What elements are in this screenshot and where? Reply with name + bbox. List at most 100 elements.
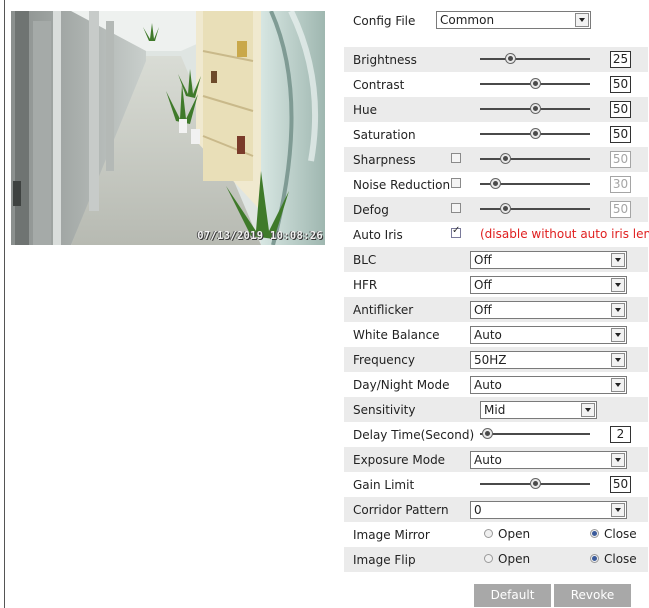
exposure-mode-value: Auto (474, 453, 502, 467)
corridor-image (11, 11, 325, 245)
hfr-select[interactable]: Off (470, 276, 627, 294)
delay-time-slider-track[interactable] (480, 433, 590, 435)
config-file-select[interactable]: Common (436, 11, 591, 29)
blc-select[interactable]: Off (470, 251, 627, 269)
sharpness-checkbox[interactable] (451, 153, 461, 163)
row-hfr: HFR Off (344, 272, 648, 297)
frequency-value: 50HZ (474, 353, 507, 367)
row-image-flip: Image Flip Open Close (344, 547, 648, 572)
gain-limit-label: Gain Limit (353, 478, 415, 492)
chevron-down-icon (581, 403, 595, 417)
revoke-button[interactable]: Revoke (554, 584, 631, 607)
noise-reduction-value[interactable]: 30 (610, 176, 631, 193)
image-mirror-open-radio[interactable] (484, 529, 493, 538)
row-sharpness: Sharpness 50 (344, 147, 648, 172)
contrast-value[interactable]: 50 (610, 76, 631, 93)
contrast-label: Contrast (353, 78, 405, 92)
blc-value: Off (474, 253, 492, 267)
gain-limit-slider-handle[interactable] (530, 478, 541, 489)
corridor-pattern-select[interactable]: 0 (470, 501, 627, 519)
image-flip-open-radio[interactable] (484, 554, 493, 563)
chevron-down-icon (611, 278, 625, 292)
antiflicker-value: Off (474, 303, 492, 317)
row-sensitivity: Sensitivity Mid (344, 397, 648, 422)
image-mirror-open-option[interactable]: Open (484, 527, 530, 541)
auto-iris-label: Auto Iris (353, 228, 403, 242)
image-flip-close-label: Close (604, 552, 637, 566)
delay-time-slider-handle[interactable] (482, 428, 493, 439)
auto-iris-hint: (disable without auto iris lens) (480, 227, 649, 241)
image-mirror-open-label: Open (498, 527, 531, 541)
delay-time-value[interactable]: 2 (610, 426, 631, 443)
row-day-night-mode: Day/Night Mode Auto (344, 372, 648, 397)
saturation-slider-handle[interactable] (530, 128, 541, 139)
hue-slider-handle[interactable] (530, 103, 541, 114)
sharpness-slider-track[interactable] (480, 158, 590, 160)
defog-slider-handle[interactable] (500, 203, 511, 214)
white-balance-select[interactable]: Auto (470, 326, 627, 344)
chevron-down-icon (611, 353, 625, 367)
config-file-label: Config File (353, 14, 416, 28)
row-delay-time: Delay Time(Second) 2 (344, 422, 648, 447)
row-white-balance: White Balance Auto (344, 322, 648, 347)
antiflicker-label: Antiflicker (353, 303, 414, 317)
sharpness-slider-handle[interactable] (500, 153, 511, 164)
gain-limit-value[interactable]: 50 (610, 476, 631, 493)
defog-checkbox[interactable] (451, 203, 461, 213)
image-mirror-close-radio[interactable] (590, 529, 599, 538)
row-image-mirror: Image Mirror Open Close (344, 522, 648, 547)
chevron-down-icon (611, 503, 625, 517)
brightness-value[interactable]: 25 (610, 51, 631, 68)
noise-reduction-slider-handle[interactable] (490, 178, 501, 189)
image-mirror-close-label: Close (604, 527, 637, 541)
row-noise-reduction: Noise Reduction 30 (344, 172, 648, 197)
hfr-value: Off (474, 278, 492, 292)
frequency-select[interactable]: 50HZ (470, 351, 627, 369)
auto-iris-checkbox[interactable] (451, 225, 461, 238)
day-night-mode-select[interactable]: Auto (470, 376, 627, 394)
chevron-down-icon (611, 453, 625, 467)
image-flip-close-radio[interactable] (590, 554, 599, 563)
chevron-down-icon (611, 378, 625, 392)
image-mirror-close-option[interactable]: Close (590, 527, 637, 541)
blc-label: BLC (353, 253, 377, 267)
brightness-slider-track[interactable] (480, 58, 590, 60)
hue-value[interactable]: 50 (610, 101, 631, 118)
chevron-down-icon (575, 13, 589, 27)
sensitivity-select[interactable]: Mid (480, 401, 597, 419)
corridor-pattern-label: Corridor Pattern (353, 503, 449, 517)
defog-value[interactable]: 50 (610, 201, 631, 218)
antiflicker-select[interactable]: Off (470, 301, 627, 319)
row-frequency: Frequency 50HZ (344, 347, 648, 372)
saturation-label: Saturation (353, 128, 416, 142)
row-defog: Defog 50 (344, 197, 648, 222)
saturation-value[interactable]: 50 (610, 126, 631, 143)
chevron-down-icon (611, 303, 625, 317)
row-corridor-pattern: Corridor Pattern 0 (344, 497, 648, 522)
defog-slider-track[interactable] (480, 208, 590, 210)
brightness-label: Brightness (353, 53, 417, 67)
row-saturation: Saturation 50 (344, 122, 648, 147)
exposure-mode-label: Exposure Mode (353, 453, 446, 467)
row-blc: BLC Off (344, 247, 648, 272)
white-balance-value: Auto (474, 328, 502, 342)
image-flip-label: Image Flip (353, 553, 416, 567)
config-file-value: Common (440, 13, 495, 27)
preview-timestamp: 07/13/2019 10:08:26 (197, 230, 323, 242)
default-button[interactable]: Default (474, 584, 551, 607)
image-flip-open-option[interactable]: Open (484, 552, 530, 566)
contrast-slider-handle[interactable] (530, 78, 541, 89)
row-hue: Hue 50 (344, 97, 648, 122)
white-balance-label: White Balance (353, 328, 440, 342)
sensitivity-value: Mid (484, 403, 506, 417)
noise-reduction-label: Noise Reduction (353, 178, 451, 192)
exposure-mode-select[interactable]: Auto (470, 451, 627, 469)
image-mirror-label: Image Mirror (353, 528, 430, 542)
sharpness-label: Sharpness (353, 153, 416, 167)
noise-reduction-checkbox[interactable] (451, 178, 461, 188)
sharpness-value[interactable]: 50 (610, 151, 631, 168)
left-border (4, 0, 5, 608)
image-flip-close-option[interactable]: Close (590, 552, 637, 566)
brightness-slider-handle[interactable] (505, 53, 516, 64)
day-night-mode-label: Day/Night Mode (353, 378, 450, 392)
